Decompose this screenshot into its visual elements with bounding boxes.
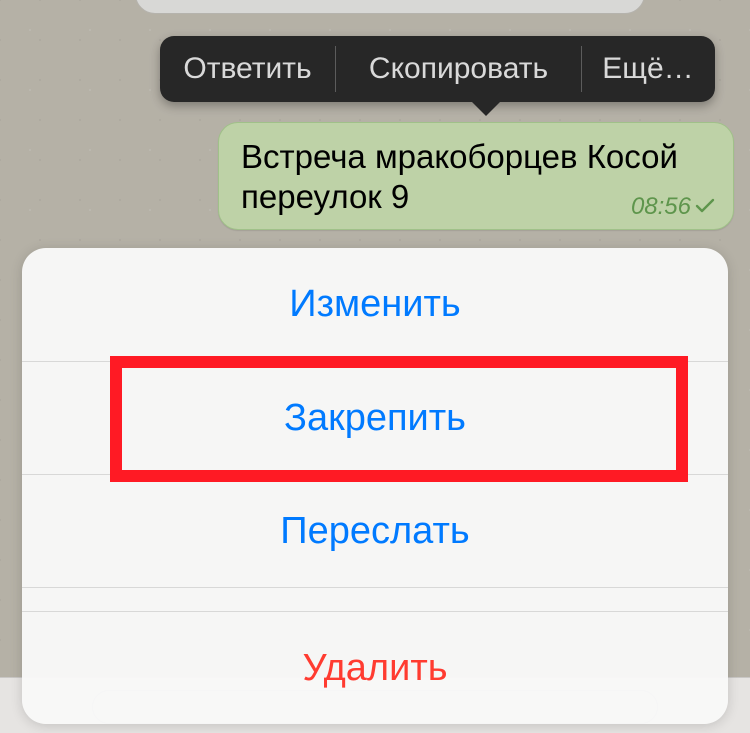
sheet-spacer: [22, 587, 728, 611]
sheet-pin[interactable]: Закрепить: [22, 361, 728, 474]
action-sheet: Изменить Закрепить Переслать Удалить: [22, 248, 728, 724]
sheet-forward[interactable]: Переслать: [22, 474, 728, 587]
sheet-edit[interactable]: Изменить: [22, 248, 728, 361]
sheet-delete[interactable]: Удалить: [22, 611, 728, 724]
